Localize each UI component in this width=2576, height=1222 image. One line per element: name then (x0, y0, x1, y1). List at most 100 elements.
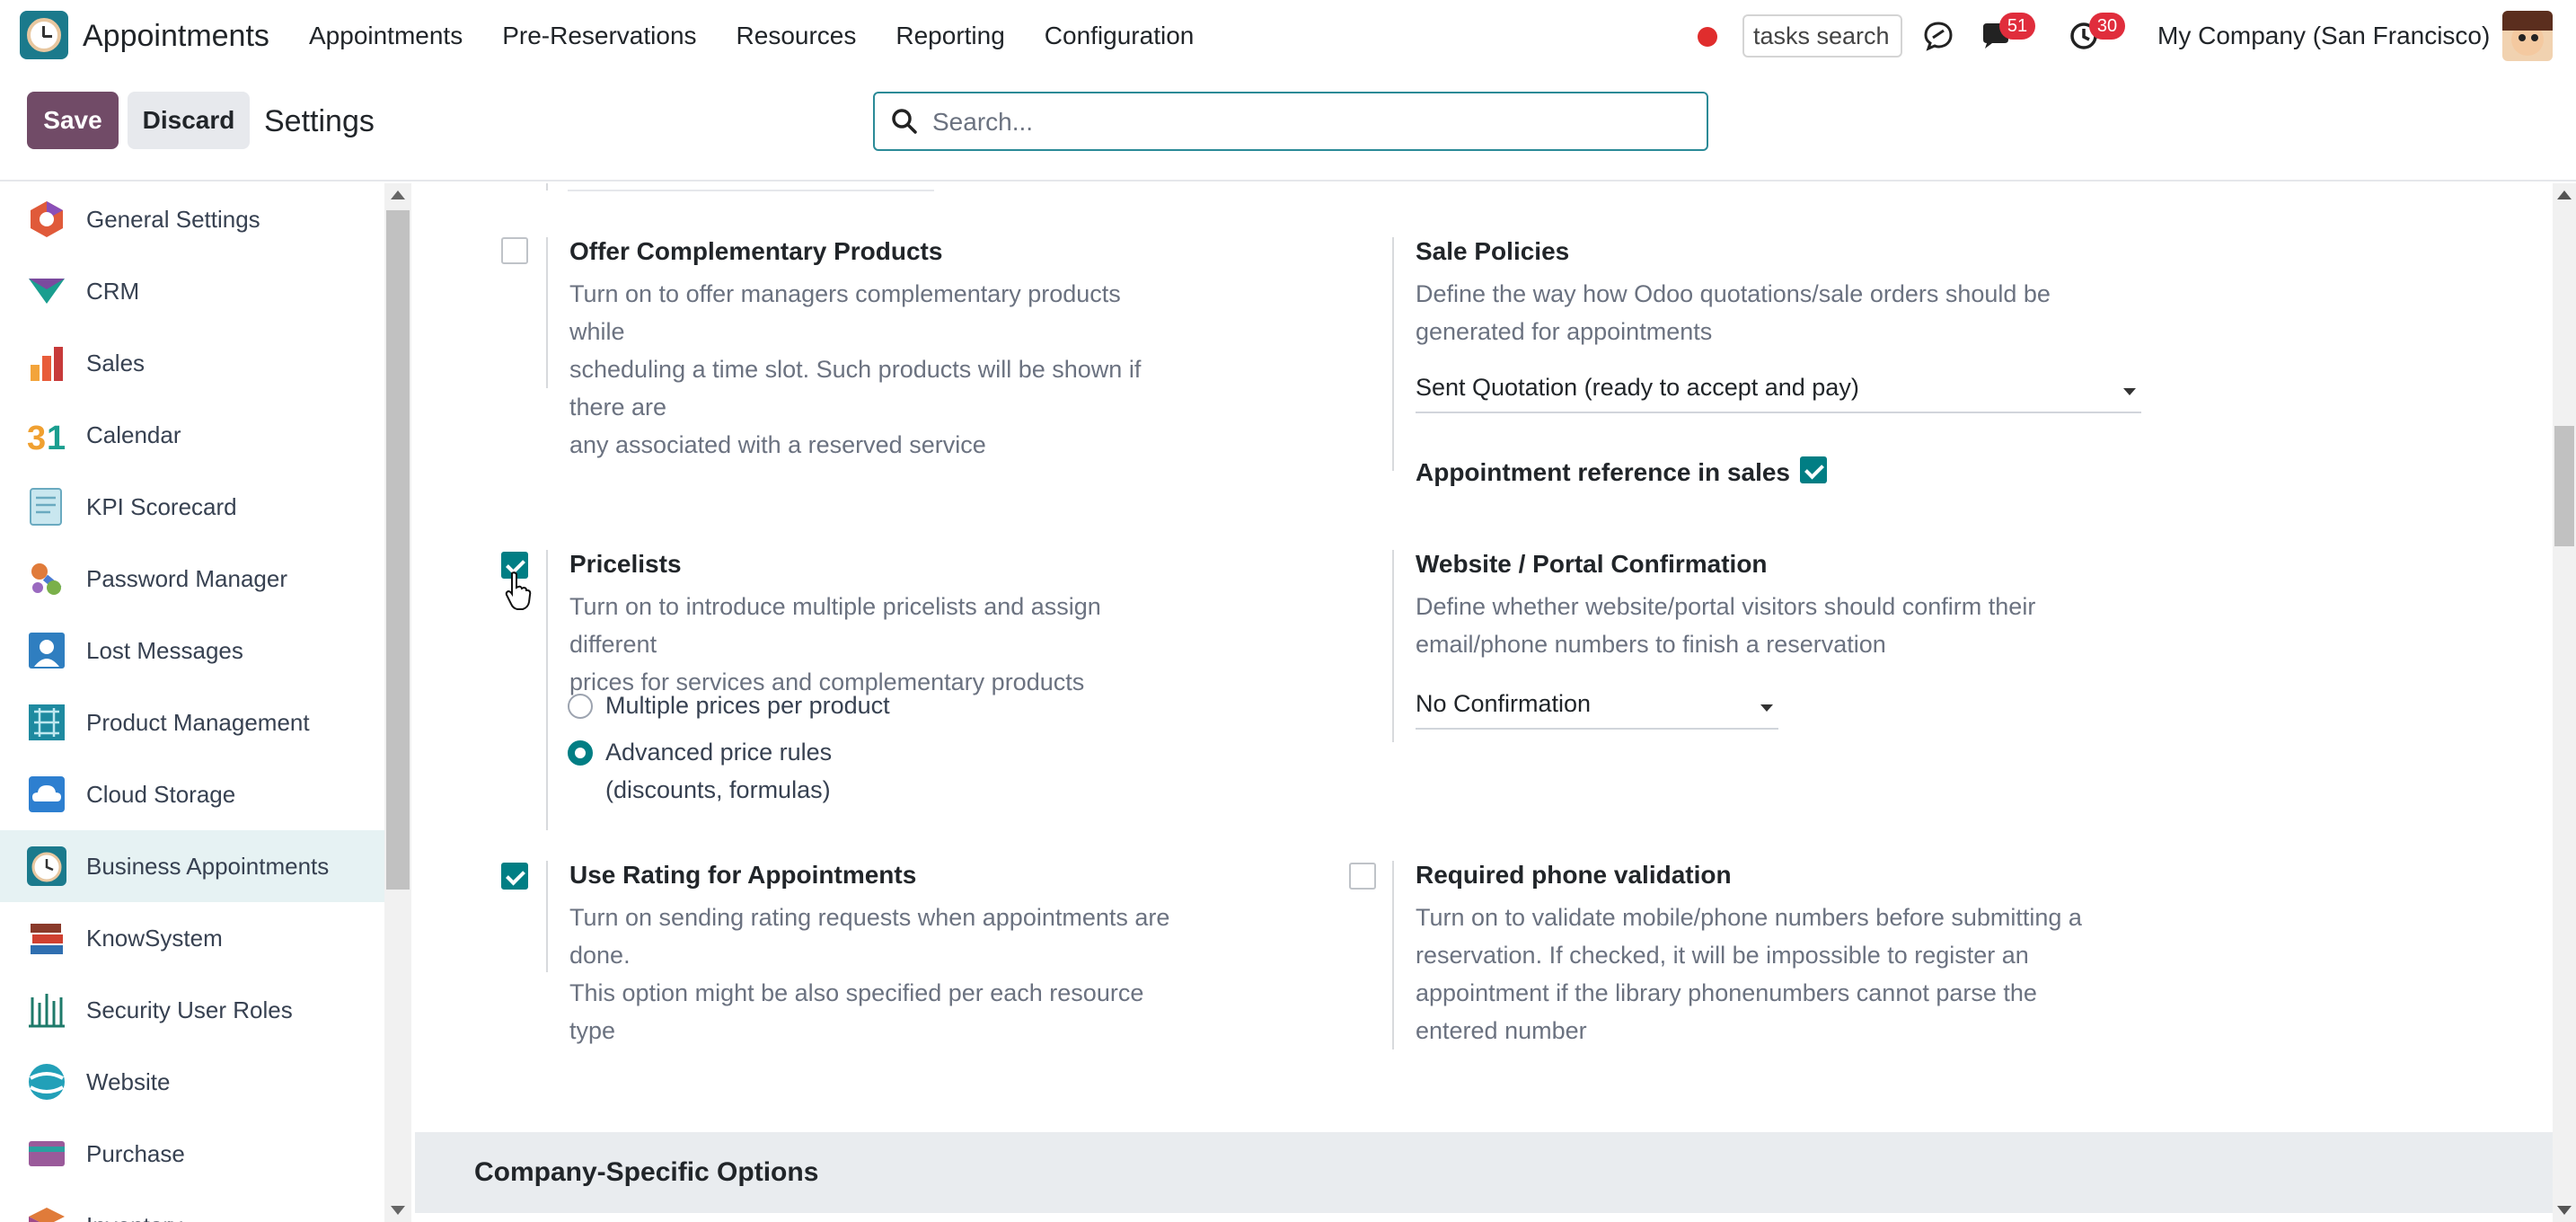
main-scroll-thumb[interactable] (2554, 426, 2574, 546)
sidebar-item-website[interactable]: Website (0, 1046, 384, 1118)
setting-description: Turn on sending rating requests when app… (569, 904, 1170, 1044)
sidebar-item-lost-messages[interactable]: Lost Messages (0, 615, 384, 686)
sidebar-scroll-thumb[interactable] (386, 210, 410, 890)
app-name[interactable]: Appointments (83, 19, 269, 54)
setting-title: Offer Complementary Products (569, 237, 943, 265)
discuss-bubble-icon[interactable] (1922, 20, 1954, 52)
menu-configuration[interactable]: Configuration (1045, 22, 1195, 50)
rating-checkbox[interactable] (501, 863, 528, 890)
main-scrollbar[interactable] (2553, 183, 2576, 1222)
chevron-down-icon (2123, 388, 2136, 395)
website-confirmation-select[interactable]: No Confirmation (1416, 690, 1778, 730)
kpi-scorecard-icon (30, 488, 62, 526)
appointment-reference-label: Appointment reference in sales (1416, 458, 1791, 486)
calendar-icon: 31 (27, 420, 66, 455)
scroll-up-icon[interactable] (2557, 190, 2572, 199)
sidebar-item-security-user-roles[interactable]: Security User Roles (0, 974, 384, 1046)
sidebar-item-label: Sales (86, 349, 146, 376)
sidebar-item-calendar[interactable]: 31 Calendar (0, 399, 384, 471)
sidebar-item-inventory[interactable]: Inventory (0, 1190, 384, 1222)
sidebar-item-label: Purchase (86, 1139, 185, 1167)
user-avatar[interactable] (2502, 11, 2553, 61)
sidebar-item-sales[interactable]: Sales (0, 327, 384, 399)
search-icon (892, 109, 917, 134)
sidebar-item-label: Website (86, 1067, 171, 1095)
setting-description: Turn on to introduce multiple pricelists… (569, 593, 1101, 695)
sidebar-item-kpi-scorecard[interactable]: KPI Scorecard (0, 471, 384, 543)
sidebar-scrollbar[interactable] (384, 183, 411, 1222)
phone-validation-checkbox[interactable] (1349, 863, 1376, 890)
product-management-icon (29, 704, 65, 740)
sidebar-item-label: Lost Messages (86, 636, 243, 664)
menu-appointments[interactable]: Appointments (309, 22, 463, 50)
sidebar-item-label: General Settings (86, 205, 260, 233)
messages-count-badge: 51 (1999, 13, 2035, 40)
sidebar-item-label: Password Manager (86, 564, 287, 592)
activities-count-badge: 30 (2089, 13, 2125, 40)
inventory-icon (29, 1208, 65, 1222)
knowsystem-icon (31, 924, 63, 954)
appointments-app-icon[interactable] (20, 11, 68, 59)
sidebar-item-label: Calendar (86, 421, 181, 448)
sidebar-item-label: Business Appointments (86, 852, 330, 880)
advanced-price-rules-sublabel: (discounts, formulas) (605, 776, 831, 803)
company-switcher[interactable]: My Company (San Francisco) (2157, 22, 2490, 50)
setting-title: Sale Policies (1416, 237, 1570, 265)
sidebar-item-label: Security User Roles (86, 996, 293, 1023)
sale-policy-select[interactable]: Sent Quotation (ready to accept and pay) (1416, 374, 2141, 413)
sidebar-item-label: CRM (86, 277, 140, 305)
scroll-up-icon[interactable] (391, 190, 405, 199)
setting-description: Define whether website/portal visitors s… (1416, 593, 2036, 658)
record-indicator-icon[interactable] (1698, 27, 1717, 47)
settings-main: Offer Complementary Products Turn on to … (415, 183, 2553, 1222)
chevron-down-icon (1760, 704, 1773, 712)
complementary-products-checkbox[interactable] (501, 237, 528, 264)
setting-description: Turn on to validate mobile/phone numbers… (1416, 904, 2082, 1044)
multiple-prices-label[interactable]: Multiple prices per product (605, 686, 890, 724)
section-title: Company-Specific Options (474, 1157, 819, 1187)
setting-title: Required phone validation (1416, 861, 1732, 889)
sidebar-item-cloud-storage[interactable]: Cloud Storage (0, 758, 384, 830)
security-user-roles-icon (29, 994, 65, 1028)
business-appointments-icon (27, 846, 66, 886)
menu-resources[interactable]: Resources (737, 22, 857, 50)
sidebar-item-product-management[interactable]: Product Management (0, 686, 384, 758)
top-navbar: Appointments Appointments Pre-Reservatio… (0, 0, 2576, 74)
sidebar-item-knowsystem[interactable]: KnowSystem (0, 902, 384, 974)
advanced-price-rules-label[interactable]: Advanced price rules (605, 733, 832, 771)
crm-icon (29, 279, 65, 304)
sales-icon (31, 347, 63, 381)
menu-pre-reservations[interactable]: Pre-Reservations (502, 22, 696, 50)
setting-title: Use Rating for Appointments (569, 861, 917, 889)
sidebar-item-purchase[interactable]: Purchase (0, 1118, 384, 1190)
sidebar-item-label: Product Management (86, 708, 310, 736)
sidebar-item-crm[interactable]: CRM (0, 255, 384, 327)
search-input[interactable] (932, 104, 1687, 140)
cloud-storage-icon (29, 776, 65, 812)
multiple-prices-radio[interactable] (568, 694, 593, 719)
scroll-down-icon[interactable] (391, 1206, 405, 1215)
menu-reporting[interactable]: Reporting (895, 22, 1004, 50)
settings-sidebar: General Settings CRM Sales 31 Calendar K… (0, 183, 384, 1222)
phone-validation-setting: Required phone validation Turn on to val… (1392, 861, 2201, 1049)
appointment-reference-checkbox[interactable] (1800, 456, 1827, 483)
rating-setting: Use Rating for Appointments Turn on send… (546, 861, 1175, 1044)
sidebar-item-general-settings[interactable]: General Settings (0, 183, 384, 255)
sidebar-item-password-manager[interactable]: Password Manager (0, 543, 384, 615)
svg-text:1: 1 (47, 420, 66, 455)
setting-description: Turn on to offer managers complementary … (569, 280, 1142, 458)
control-panel: Save Discard Settings (0, 74, 2576, 182)
purchase-icon (29, 1141, 65, 1166)
hand-pointer-icon (505, 571, 532, 610)
lost-messages-icon (29, 633, 65, 669)
save-button[interactable]: Save (27, 92, 119, 149)
discard-button[interactable]: Discard (128, 92, 250, 149)
sidebar-item-business-appointments[interactable]: Business Appointments (0, 830, 384, 902)
tasks-search-input[interactable] (1742, 14, 1902, 58)
scroll-down-icon[interactable] (2557, 1206, 2572, 1215)
advanced-price-rules-radio[interactable] (568, 740, 593, 766)
company-specific-section-header: Company-Specific Options (415, 1132, 2553, 1213)
settings-search[interactable] (873, 92, 1708, 151)
main-menu: Appointments Pre-Reservations Resources … (309, 22, 1233, 50)
page-title: Settings (264, 104, 375, 138)
